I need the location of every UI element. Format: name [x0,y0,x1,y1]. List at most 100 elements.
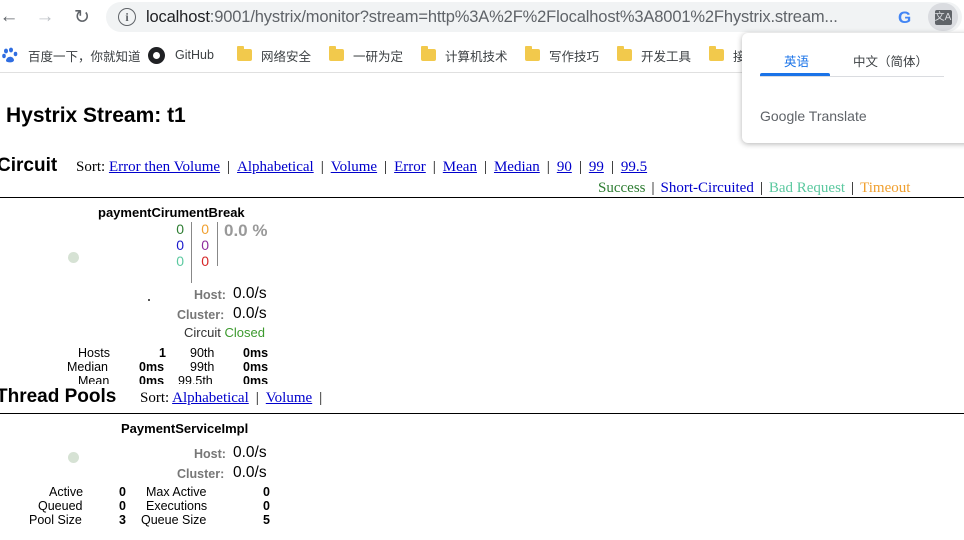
tp-sort-volume[interactable]: Volume [266,390,312,406]
bookmark-folder-more[interactable]: 接 [709,44,746,66]
sort-error-then-volume[interactable]: Error then Volume [109,159,220,175]
stat-hosts-value: 1 [159,346,166,360]
back-button[interactable]: ← [0,4,22,30]
circuit-health-dot [68,252,79,263]
tp-cluster-rate-label: Cluster: [177,467,225,481]
cluster-rate-label: Cluster: [177,308,225,322]
sort-99[interactable]: 99 [589,159,604,175]
circuit-status-label: Circuit [184,325,221,340]
bookmark-label: 开发工具 [641,49,692,64]
sparkline-point [148,299,150,301]
tp-queued-value: 0 [119,499,126,513]
translate-tab-source[interactable]: 英语 [784,51,809,70]
tp-queued-label: Queued [38,499,83,513]
url-host: localhost [146,8,210,26]
github-icon [148,46,165,64]
folder-icon [709,46,724,61]
url-path: :9001/hystrix/monitor?stream=http%3A%2F%… [209,8,838,26]
tp-executions-label: Executions [146,499,208,513]
bookmark-label: 一研为定 [353,49,404,64]
reload-icon: ↻ [74,6,90,28]
count-failure: 0 [201,253,209,269]
stat-median-value: 0ms [139,360,165,374]
bookmark-baidu[interactable]: 百度一下，你就知道 [2,44,141,66]
sort-mean[interactable]: Mean [443,159,477,175]
legend-timeout: Timeout [860,180,911,196]
circuit-legend: Success | Short-Circuited | Bad Request | Time… [598,180,911,196]
tp-active-value: 0 [119,485,126,499]
bookmark-label: GitHub [175,48,214,62]
google-translate-logo: Google Translate [760,108,867,124]
bookmark-label: 计算机技术 [445,49,508,64]
count-bad-request: 0 [176,253,184,269]
stat-99-5th-label: 99.5th [178,374,213,384]
bookmark-folder-devtools[interactable]: 开发工具 [617,44,691,66]
arrow-left-icon: ← [0,6,19,27]
host-rate-label: Host: [194,288,226,302]
folder-icon [329,46,344,61]
bookmark-label: 网络安全 [261,49,312,64]
bookmark-label: 百度一下，你就知道 [28,49,141,64]
translate-button[interactable]: 文A [928,3,958,31]
tp-sort-alphabetical[interactable]: Alphabetical [172,390,249,406]
tp-queue-size-label: Queue Size [141,513,207,527]
sort-99-5[interactable]: 99.5 [621,159,647,175]
forward-button[interactable]: → [32,4,58,30]
circuit-sort-bar: Sort: Error then Volume | Alphabetical | Vol… [76,159,648,175]
tp-active-label: Active [49,485,84,499]
error-divider [217,222,218,266]
translate-icon: 文A [934,9,952,25]
stat-99th-label: 99th [190,360,215,374]
tp-pool-size-label: Pool Size [29,513,82,527]
tp-max-active-label: Max Active [146,485,207,499]
translate-tab-target[interactable]: 中文（简体） [853,51,928,70]
bookmark-folder-writing[interactable]: 写作技巧 [525,44,599,66]
sort-median[interactable]: Median [494,159,540,175]
sort-error[interactable]: Error [394,159,426,175]
thread-pool-name: PaymentServiceImpl [121,421,249,436]
count-divider [191,222,192,283]
page-title: Hystrix Stream: t1 [6,104,186,127]
baidu-paw-icon [2,47,18,63]
sort-90[interactable]: 90 [557,159,572,175]
folder-icon [237,46,252,61]
reload-button[interactable]: ↻ [69,4,95,30]
stat-median-label: Median [67,360,108,374]
address-bar[interactable]: i localhost:9001/hystrix/monitor?stream=… [106,2,962,32]
thread-pools-divider [0,413,964,414]
stat-mean-label: Mean [78,374,110,384]
folder-icon [525,46,540,61]
count-rejected: 0 [201,237,209,253]
count-success: 0 [176,221,184,237]
tp-host-rate-value: 0.0/s [233,444,267,461]
bookmark-folder-cs[interactable]: 计算机技术 [421,44,508,66]
stat-99th-value: 0ms [243,360,269,374]
legend-bad-request: Bad Request [768,180,846,196]
sort-alphabetical[interactable]: Alphabetical [237,159,314,175]
folder-icon [421,46,436,61]
thread-pool-health-dot [68,452,79,463]
thread-pools-sort-bar: Sort: Alphabetical | Volume | [140,390,323,406]
bookmark-folder-yiyan[interactable]: 一研为定 [329,44,403,66]
stat-mean-value: 0ms [139,374,165,384]
circuit-name: paymentCirumentBreak [98,205,245,220]
circuit-status-value: Closed [224,325,265,340]
tp-cluster-rate-value: 0.0/s [233,464,267,481]
bookmark-label: 写作技巧 [549,49,600,64]
circuit-heading: Circuit [0,155,58,176]
arrow-right-icon: → [35,6,55,27]
count-timeout: 0 [201,221,209,237]
circuit-status: Circuit Closed [184,325,265,340]
url-text[interactable]: localhost:9001/hystrix/monitor?stream=ht… [146,8,838,27]
stat-hosts-label: Hosts [78,346,110,360]
bookmark-github[interactable]: GitHub [148,44,214,66]
host-rate-value: 0.0/s [233,285,267,302]
info-icon[interactable]: i [118,8,136,26]
sort-label: Sort: [140,390,170,406]
bookmark-folder-security[interactable]: 网络安全 [237,44,311,66]
sort-volume[interactable]: Volume [331,159,377,175]
count-short-circuited: 0 [176,237,184,253]
tp-executions-value: 0 [263,499,270,513]
circuit-divider [0,197,964,198]
google-icon[interactable]: G [898,8,911,28]
